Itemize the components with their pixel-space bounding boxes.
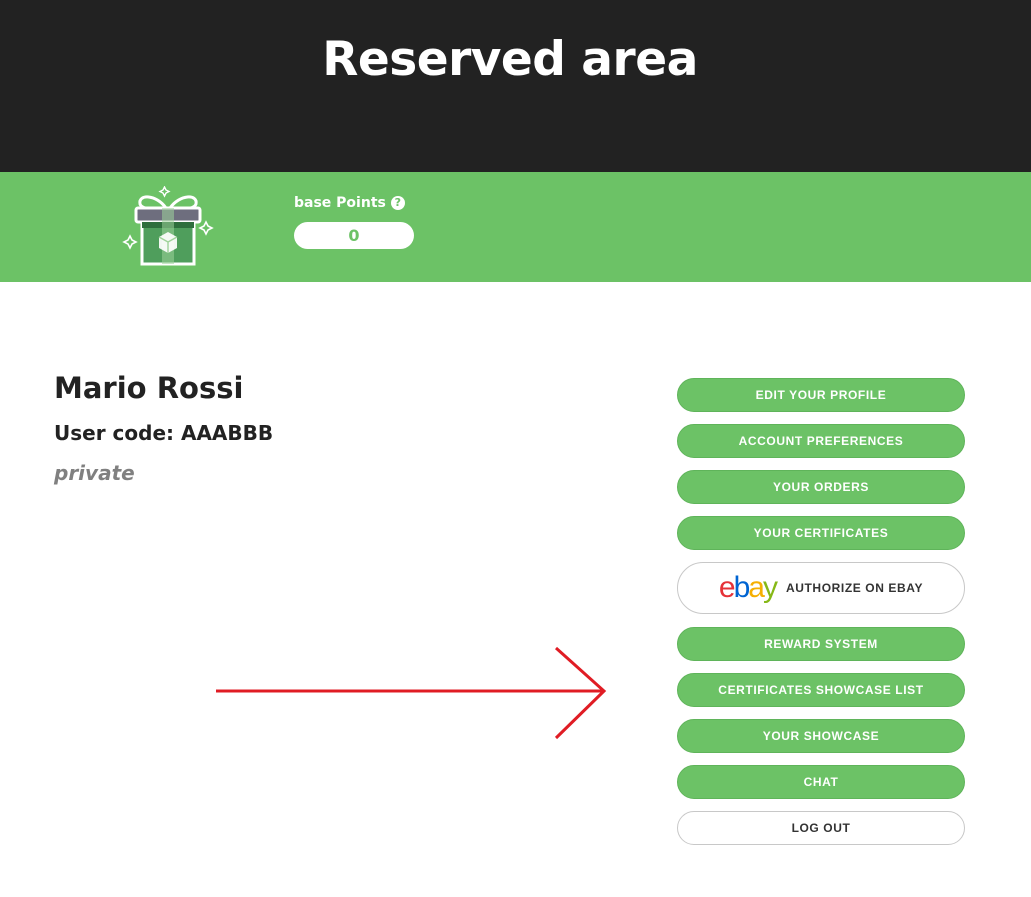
edit-profile-button[interactable]: EDIT YOUR PROFILE [677, 378, 965, 412]
account-preferences-button[interactable]: ACCOUNT PREFERENCES [677, 424, 965, 458]
page-header: Reserved area [0, 0, 1031, 172]
chat-button[interactable]: CHAT [677, 765, 965, 799]
ebay-logo: ebay [718, 571, 778, 604]
points-label-text: base Points [294, 195, 386, 211]
user-type: private [54, 461, 135, 485]
red-arrow-annotation [216, 646, 607, 740]
authorize-ebay-button[interactable]: ebay AUTHORIZE ON EBAY [677, 562, 965, 614]
gift-box-icon [122, 186, 214, 266]
points-value: 0 [294, 222, 414, 249]
your-certificates-button[interactable]: YOUR CERTIFICATES [677, 516, 965, 550]
points-label: base Points ? [294, 194, 405, 212]
your-showcase-button[interactable]: YOUR SHOWCASE [677, 719, 965, 753]
user-code: User code: AAABBB [54, 421, 274, 445]
log-out-button[interactable]: LOG OUT [677, 811, 965, 845]
certificates-showcase-list-button[interactable]: CERTIFICATES SHOWCASE LIST [677, 673, 965, 707]
points-bar: base Points ? 0 [0, 172, 1031, 282]
page-title: Reserved area [322, 32, 698, 87]
your-orders-button[interactable]: YOUR ORDERS [677, 470, 965, 504]
reward-system-button[interactable]: REWARD SYSTEM [677, 627, 965, 661]
question-circle-icon[interactable]: ? [390, 196, 405, 210]
user-name: Mario Rossi [54, 371, 244, 405]
authorize-ebay-label: AUTHORIZE ON EBAY [785, 581, 924, 595]
